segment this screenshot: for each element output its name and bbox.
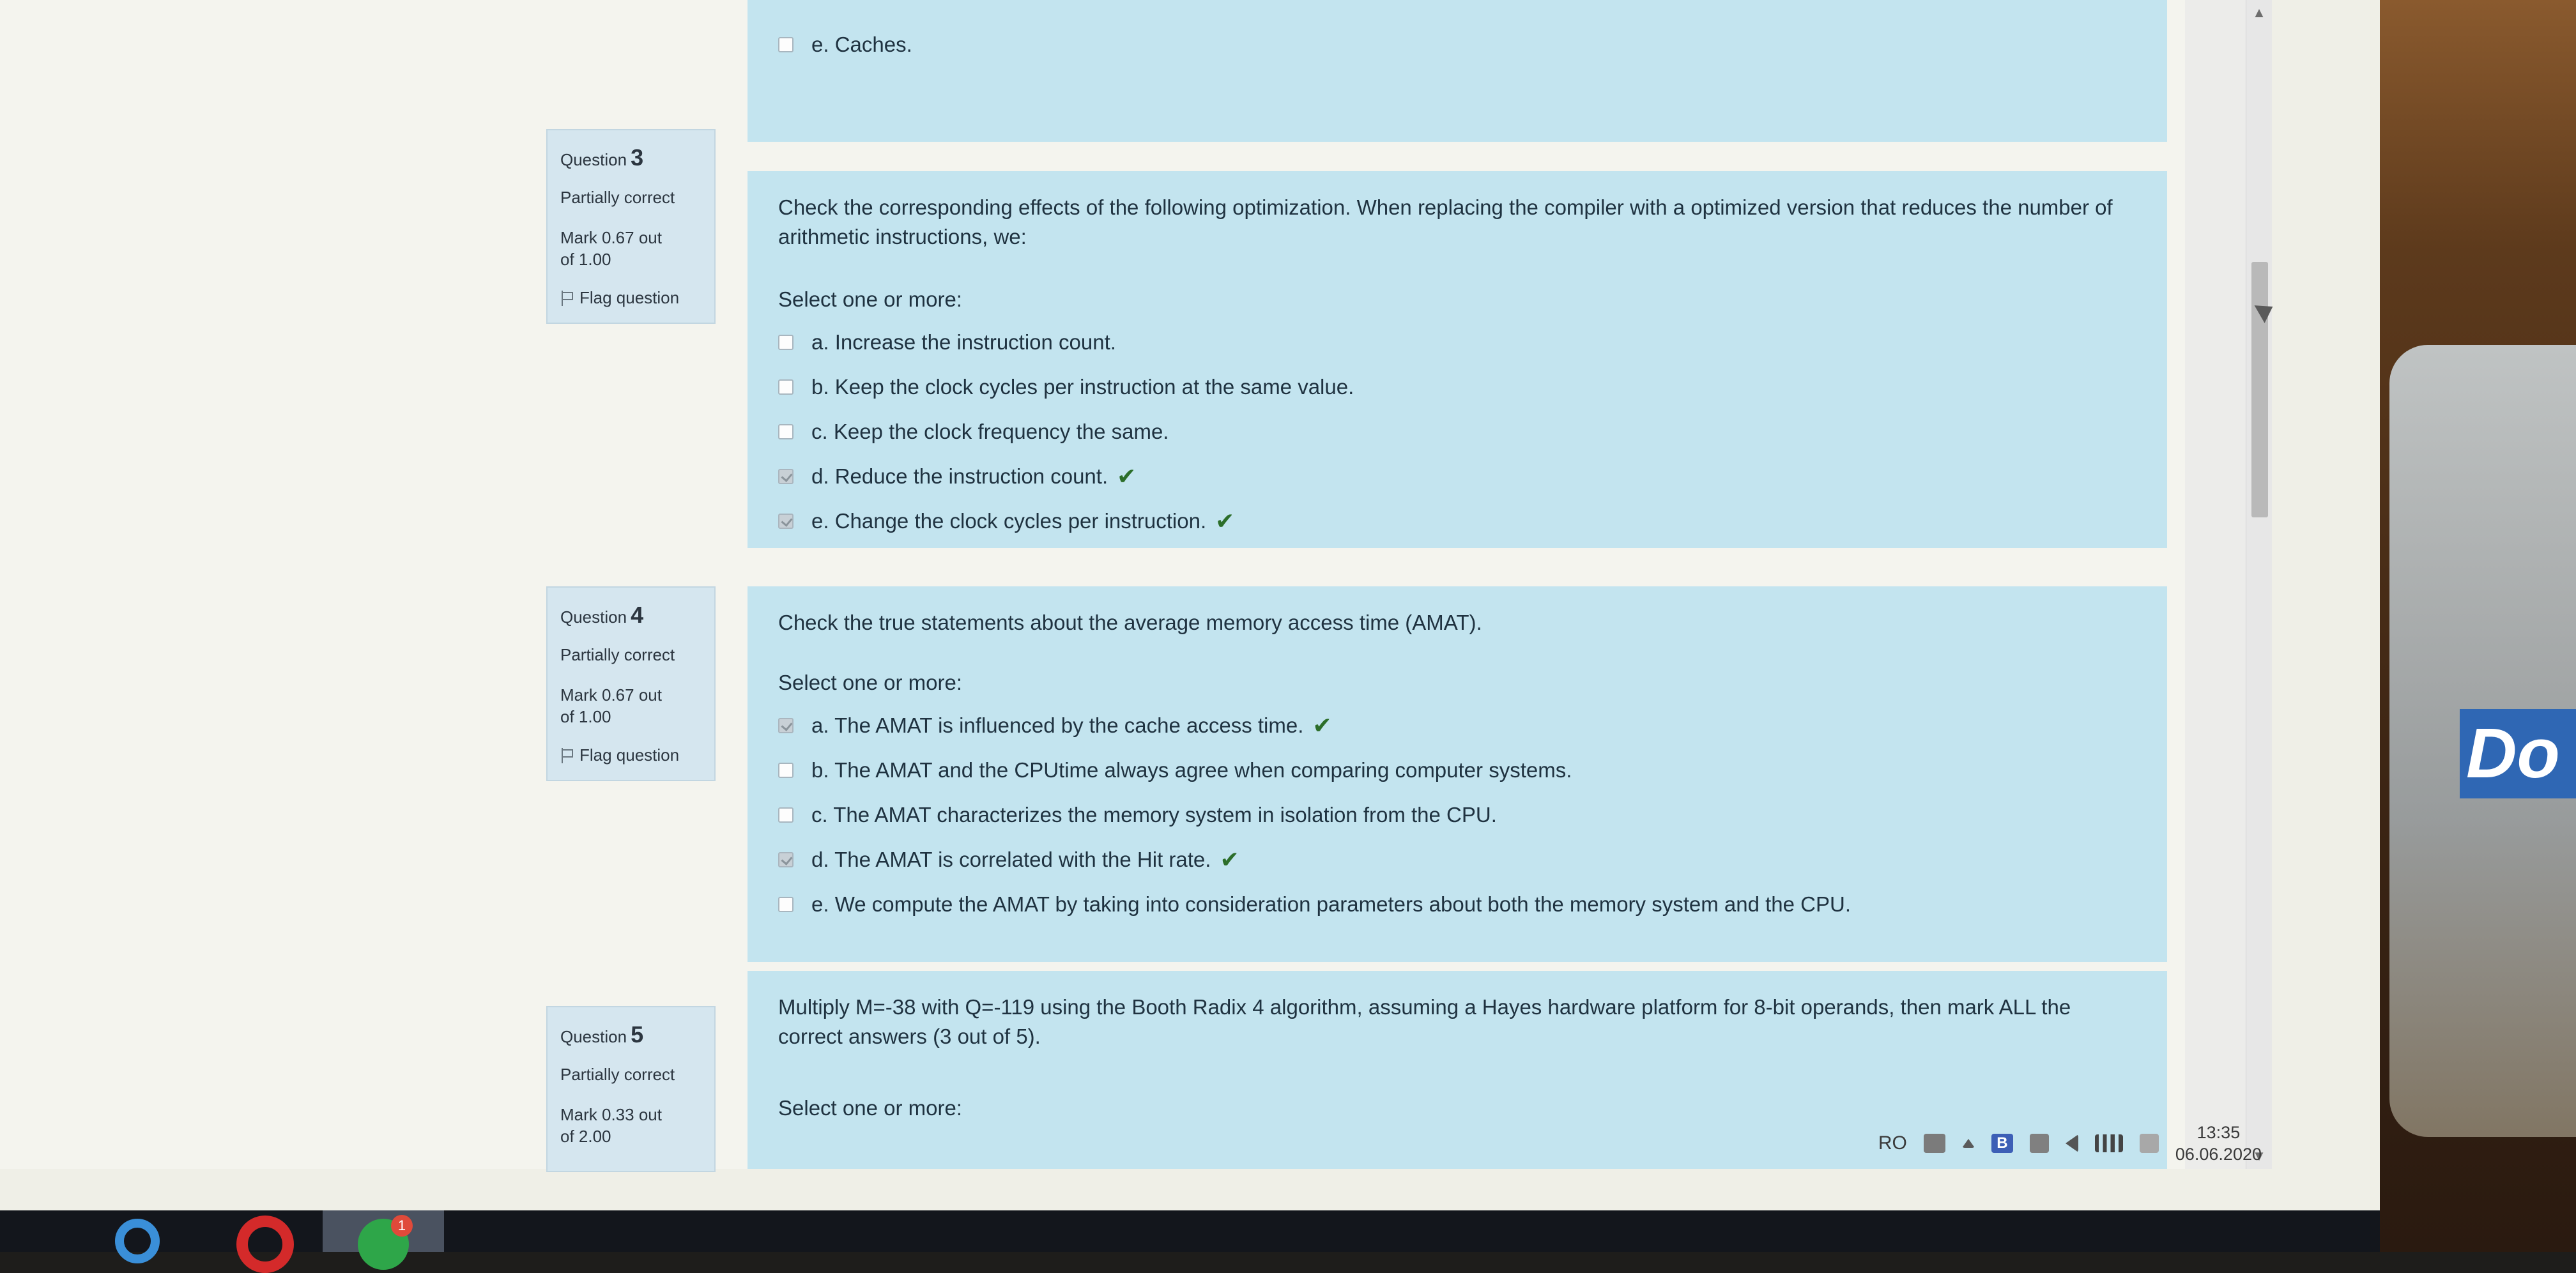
screen: e. Caches. Question 3 Partially correct M… [0,0,2380,1210]
taskbar-opera[interactable] [224,1210,307,1273]
mark-line-1: Mark 0.33 out [560,1105,662,1124]
mark-line-2: of 2.00 [560,1127,611,1146]
whatsapp-icon: 1 [358,1214,413,1270]
answer-prompt: Select one or more: [778,671,962,694]
scroll-up-icon[interactable]: ▲ [2246,0,2272,26]
system-tray: RO B 13:35 06.06.2020 [1636,1118,2274,1169]
question-word: Question [560,607,627,627]
question-text: Multiply M=-38 with Q=-119 using the Boo… [778,995,2071,1048]
previous-question-content: e. Caches. [747,0,2167,142]
question-number: 3 [631,144,644,171]
signal-icon[interactable] [2094,1134,2123,1152]
mark-line-1: Mark 0.67 out [560,685,662,705]
question-mark: Mark 0.33 out of 2.00 [560,1104,702,1147]
option-label: e. We compute the AMAT by taking into co… [811,892,1851,916]
question-state: Partially correct [560,645,675,664]
option-label: a. The AMAT is influenced by the cache a… [811,713,1304,737]
action-center-icon[interactable] [2139,1134,2159,1153]
question-state: Partially correct [560,1065,675,1084]
vertical-scrollbar[interactable]: ▲ ▼ [2246,0,2272,1169]
question-content-4: Check the true statements about the aver… [747,586,2167,962]
question-word: Question [560,150,627,169]
answer-checkbox[interactable] [778,897,793,912]
answer-checkbox-checked[interactable] [778,469,793,484]
flag-label: Flag question [579,288,680,307]
correct-check-icon: ✔ [1312,712,1332,738]
question-text: Check the corresponding effects of the f… [778,195,2113,248]
flag-question-link[interactable]: Flag question [560,745,702,765]
answer-option[interactable]: e. Change the clock cycles per instructi… [778,507,2136,535]
clock-date: 06.06.2020 [2175,1145,2262,1164]
mark-line-2: of 1.00 [560,250,611,269]
option-label: c. The AMAT characterizes the memory sys… [811,803,1497,827]
answer-prompt: Select one or more: [778,1096,962,1120]
correct-check-icon: ✔ [1117,463,1137,489]
mark-line-2: of 1.00 [560,707,611,726]
language-indicator[interactable]: RO [1878,1132,1907,1154]
option-label: e. Change the clock cycles per instructi… [811,509,1207,533]
answer-checkbox[interactable] [778,379,793,395]
question-info-3: Question 3 Partially correct Mark 0.67 ou… [546,129,716,324]
taskbar-internet-explorer[interactable] [96,1210,179,1263]
answer-checkbox[interactable] [778,37,793,52]
question-state: Partially correct [560,188,675,207]
flag-question-link[interactable]: Flag question [560,288,702,308]
show-hidden-icons-icon[interactable] [1961,1139,1975,1148]
answer-option[interactable]: e. Caches. [778,31,2136,59]
answer-option[interactable]: a. Increase the instruction count. [778,328,2136,356]
option-label: b. The AMAT and the CPUtime always agree… [811,758,1572,782]
quiz-page: e. Caches. Question 3 Partially correct M… [0,0,2246,1172]
answer-option[interactable]: d. The AMAT is correlated with the Hit r… [778,846,2136,874]
flag-icon [560,290,574,306]
volume-icon[interactable] [2065,1134,2078,1152]
correct-check-icon: ✔ [1220,846,1239,873]
question-content-3: Check the corresponding effects of the f… [747,171,2167,548]
question-mark: Mark 0.67 out of 1.00 [560,227,702,270]
correct-check-icon: ✔ [1215,508,1235,534]
mark-line-1: Mark 0.67 out [560,228,662,247]
network-icon[interactable] [2029,1134,2049,1153]
option-label: d. The AMAT is correlated with the Hit r… [811,848,1211,871]
answer-option[interactable]: b. Keep the clock cycles per instruction… [778,373,2136,401]
option-label: e. Caches. [811,33,912,56]
answer-checkbox[interactable] [778,335,793,350]
answer-checkbox[interactable] [778,424,793,439]
option-label: b. Keep the clock cycles per instruction… [811,375,1354,399]
taskbar: 1 [0,1210,2380,1273]
notification-badge: 1 [391,1214,413,1237]
question-number: 4 [631,602,644,628]
answer-checkbox-checked[interactable] [778,514,793,529]
keyboard-icon[interactable] [1923,1134,1945,1153]
answer-option[interactable]: a. The AMAT is influenced by the cache a… [778,712,2136,740]
flag-label: Flag question [579,745,680,765]
taskbar-whatsapp[interactable]: 1 [323,1210,444,1270]
glass-label: Do [2460,709,2576,798]
answer-option[interactable]: b. The AMAT and the CPUtime always agree… [778,756,2136,784]
question-info-4: Question 4 Partially correct Mark 0.67 ou… [546,586,716,781]
internet-explorer-icon [115,1218,160,1263]
question-text: Check the true statements about the aver… [778,611,1482,634]
question-number: 5 [631,1021,644,1048]
answer-checkbox-checked[interactable] [778,852,793,867]
clock-time: 13:35 [2196,1123,2241,1142]
answer-prompt: Select one or more: [778,287,962,311]
option-label: c. Keep the clock frequency the same. [811,420,1169,443]
clock[interactable]: 13:35 06.06.2020 [2175,1122,2262,1165]
question-info-5: Question 5 Partially correct Mark 0.33 ou… [546,1006,716,1172]
answer-checkbox[interactable] [778,763,793,778]
answer-option[interactable]: c. Keep the clock frequency the same. [778,418,2136,446]
flag-icon [560,747,574,763]
page-margin [2185,0,2246,1169]
b-app-icon[interactable]: B [1991,1134,2013,1153]
question-mark: Mark 0.67 out of 1.00 [560,684,702,728]
question-word: Question [560,1027,627,1046]
answer-checkbox-checked[interactable] [778,718,793,733]
opera-icon [236,1215,294,1273]
answer-option[interactable]: e. We compute the AMAT by taking into co… [778,890,2136,919]
answer-option[interactable]: d. Reduce the instruction count. ✔ [778,462,2136,491]
option-label: a. Increase the instruction count. [811,330,1116,354]
answer-checkbox[interactable] [778,807,793,823]
option-label: d. Reduce the instruction count. [811,464,1108,488]
answer-option[interactable]: c. The AMAT characterizes the memory sys… [778,801,2136,829]
